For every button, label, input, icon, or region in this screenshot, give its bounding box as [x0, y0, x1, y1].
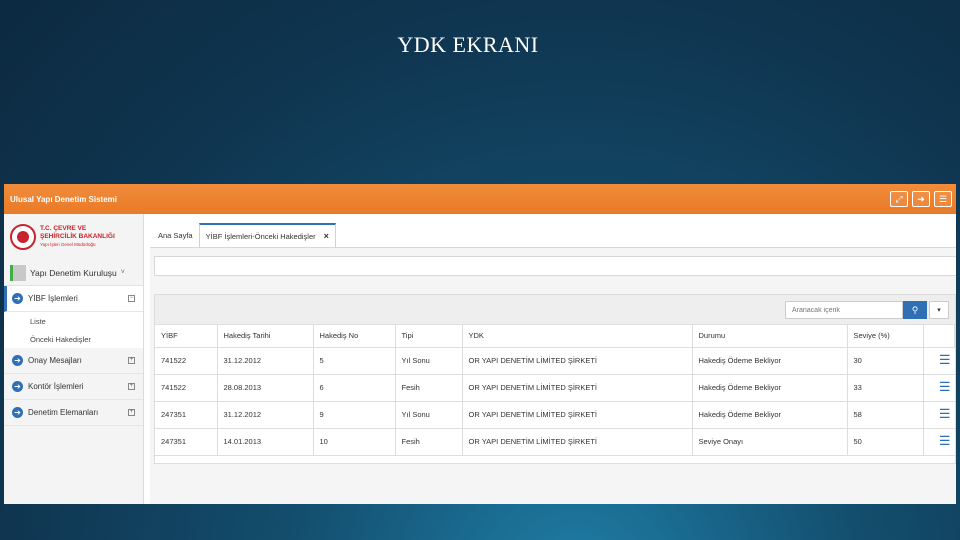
ministry-logo: T.C. ÇEVRE VE ŞEHİRCİLİK BAKANLIĞI Yapı …	[4, 214, 143, 260]
table-row[interactable]: 741522 31.12.2012 5 Yıl Sonu OR YAPI DEN…	[155, 347, 955, 375]
expand-icon[interactable]: +	[128, 383, 135, 390]
menu-icon[interactable]: ☰	[934, 191, 952, 207]
table-header-row: YİBF Hakediş Tarihi Hakediş No Tipi YDK …	[155, 325, 955, 348]
cell-type: Yıl Sonu	[395, 401, 463, 429]
sidebar-item-label: Onay Mesajları	[28, 356, 82, 365]
close-icon[interactable]: ×	[324, 231, 329, 241]
collapse-icon[interactable]: −	[128, 295, 135, 302]
search-input[interactable]	[785, 301, 903, 319]
arrow-right-circle-icon: ➔	[12, 381, 23, 392]
cell-status: Hakediş Ödeme Bekliyor	[692, 401, 848, 429]
chevron-down-icon: ˅	[120, 269, 125, 276]
table-row[interactable]: 247351 14.01.2013 10 Fesih OR YAPI DENET…	[155, 428, 955, 456]
arrow-right-circle-icon: ➔	[12, 407, 23, 418]
sidebar-item-approval-messages[interactable]: ➔ Onay Mesajları +	[4, 348, 143, 374]
cell-date: 31.12.2012	[217, 401, 314, 429]
tab-previous-payments[interactable]: YİBF İşlemleri-Önceki Hakedişler ×	[198, 223, 336, 247]
cell-ydk: OR YAPI DENETİM LİMİTED ŞİRKETİ	[462, 374, 693, 402]
table-row[interactable]: 741522 28.08.2013 6 Fesih OR YAPI DENETİ…	[155, 374, 955, 402]
column-header	[923, 325, 955, 348]
submenu-yibf: Liste Önceki Hakedişler	[4, 312, 143, 348]
cell-status: Seviye Onayı	[692, 428, 848, 456]
payments-table: YİBF Hakediş Tarihi Hakediş No Tipi YDK …	[155, 325, 955, 456]
results-panel: ⚲ ▾ YİBF Hakediş Tarihi Hakediş No Tipi …	[154, 294, 956, 464]
tab-home[interactable]: Ana Sayfa	[152, 223, 199, 247]
cell-type: Fesih	[395, 374, 463, 402]
cell-no: 9	[313, 401, 396, 429]
org-name: Yapı Denetim Kuruluşu	[30, 267, 117, 278]
column-header[interactable]: YDK	[462, 325, 693, 348]
submenu-item-liste[interactable]: Liste	[4, 312, 143, 330]
row-menu-icon[interactable]: ☰	[939, 433, 951, 448]
column-header[interactable]: Seviye (%)	[847, 325, 924, 348]
cell-ydk: OR YAPI DENETİM LİMİTED ŞİRKETİ	[462, 401, 693, 429]
cell-level: 33	[847, 374, 924, 402]
tab-bar: Ana Sayfa YİBF İşlemleri-Önceki Hakedişl…	[150, 214, 956, 248]
row-menu-icon[interactable]: ☰	[939, 406, 951, 421]
app-window: Ulusal Yapı Denetim Sistemi ⤢ ➜ ☰ T.C. Ç…	[4, 184, 956, 504]
avatar	[10, 264, 26, 281]
table-toolbar: ⚲ ▾	[155, 295, 955, 325]
sidebar: T.C. ÇEVRE VE ŞEHİRCİLİK BAKANLIĞI Yapı …	[4, 214, 144, 504]
cell-date: 14.01.2013	[217, 428, 314, 456]
table-row[interactable]: 247351 31.12.2012 9 Yıl Sonu OR YAPI DEN…	[155, 401, 955, 429]
cell-type: Yıl Sonu	[395, 347, 463, 375]
expand-icon[interactable]: +	[128, 409, 135, 416]
cell-no: 10	[313, 428, 396, 456]
cell-yibf: 247351	[155, 401, 218, 429]
arrow-right-circle-icon: ➔	[12, 355, 23, 366]
cell-yibf: 741522	[155, 347, 218, 375]
slide-title: YDK EKRANI	[397, 32, 539, 57]
ministry-emblem-icon	[10, 224, 36, 250]
column-header[interactable]: Hakediş Tarihi	[217, 325, 314, 348]
column-header[interactable]: YİBF	[155, 325, 218, 348]
sidebar-item-yibf[interactable]: ➔ YİBF İşlemleri −	[4, 286, 143, 312]
search-icon[interactable]: ⚲	[903, 301, 927, 319]
column-header[interactable]: Hakediş No	[313, 325, 396, 348]
cell-type: Fesih	[395, 428, 463, 456]
chevron-down-icon[interactable]: ▾	[929, 301, 949, 319]
breadcrumb	[154, 256, 956, 276]
expand-icon[interactable]: +	[128, 357, 135, 364]
cell-level: 50	[847, 428, 924, 456]
cell-level: 30	[847, 347, 924, 375]
cell-yibf: 247351	[155, 428, 218, 456]
sidebar-item-label: Kontör İşlemleri	[28, 382, 84, 391]
cell-date: 28.08.2013	[217, 374, 314, 402]
cell-date: 31.12.2012	[217, 347, 314, 375]
org-selector[interactable]: Yapı Denetim Kuruluşu ˅	[4, 260, 143, 286]
cell-level: 58	[847, 401, 924, 429]
cell-status: Hakediş Ödeme Bekliyor	[692, 374, 848, 402]
row-menu-icon[interactable]: ☰	[939, 379, 951, 394]
sidebar-item-label: Denetim Elemanları	[28, 408, 99, 417]
cell-ydk: OR YAPI DENETİM LİMİTED ŞİRKETİ	[462, 347, 693, 375]
logo-line-3: Yapı İşleri Genel Müdürlüğü	[40, 242, 96, 247]
main-content: Ana Sayfa YİBF İşlemleri-Önceki Hakedişl…	[150, 214, 956, 504]
fullscreen-icon[interactable]: ⤢	[890, 191, 908, 207]
column-header[interactable]: Tipi	[395, 325, 463, 348]
sidebar-item-credit-operations[interactable]: ➔ Kontör İşlemleri +	[4, 374, 143, 400]
logout-icon[interactable]: ➜	[912, 191, 930, 207]
cell-no: 6	[313, 374, 396, 402]
app-title: Ulusal Yapı Denetim Sistemi	[10, 194, 118, 204]
cell-status: Hakediş Ödeme Bekliyor	[692, 347, 848, 375]
sidebar-item-label: YİBF İşlemleri	[28, 294, 78, 303]
logo-line-2: ŞEHİRCİLİK BAKANLIĞI	[40, 233, 115, 240]
cell-ydk: OR YAPI DENETİM LİMİTED ŞİRKETİ	[462, 428, 693, 456]
logo-line-1: T.C. ÇEVRE VE	[40, 225, 87, 232]
column-header[interactable]: Durumu	[692, 325, 848, 348]
cell-no: 5	[313, 347, 396, 375]
tab-label: YİBF İşlemleri-Önceki Hakedişler	[205, 231, 316, 241]
app-header: Ulusal Yapı Denetim Sistemi ⤢ ➜ ☰	[4, 184, 956, 214]
submenu-item-previous-payments[interactable]: Önceki Hakedişler	[4, 330, 143, 348]
arrow-right-circle-icon: ➔	[12, 293, 23, 304]
row-menu-icon[interactable]: ☰	[939, 352, 951, 367]
sidebar-item-inspection-staff[interactable]: ➔ Denetim Elemanları +	[4, 400, 143, 426]
cell-yibf: 741522	[155, 374, 218, 402]
